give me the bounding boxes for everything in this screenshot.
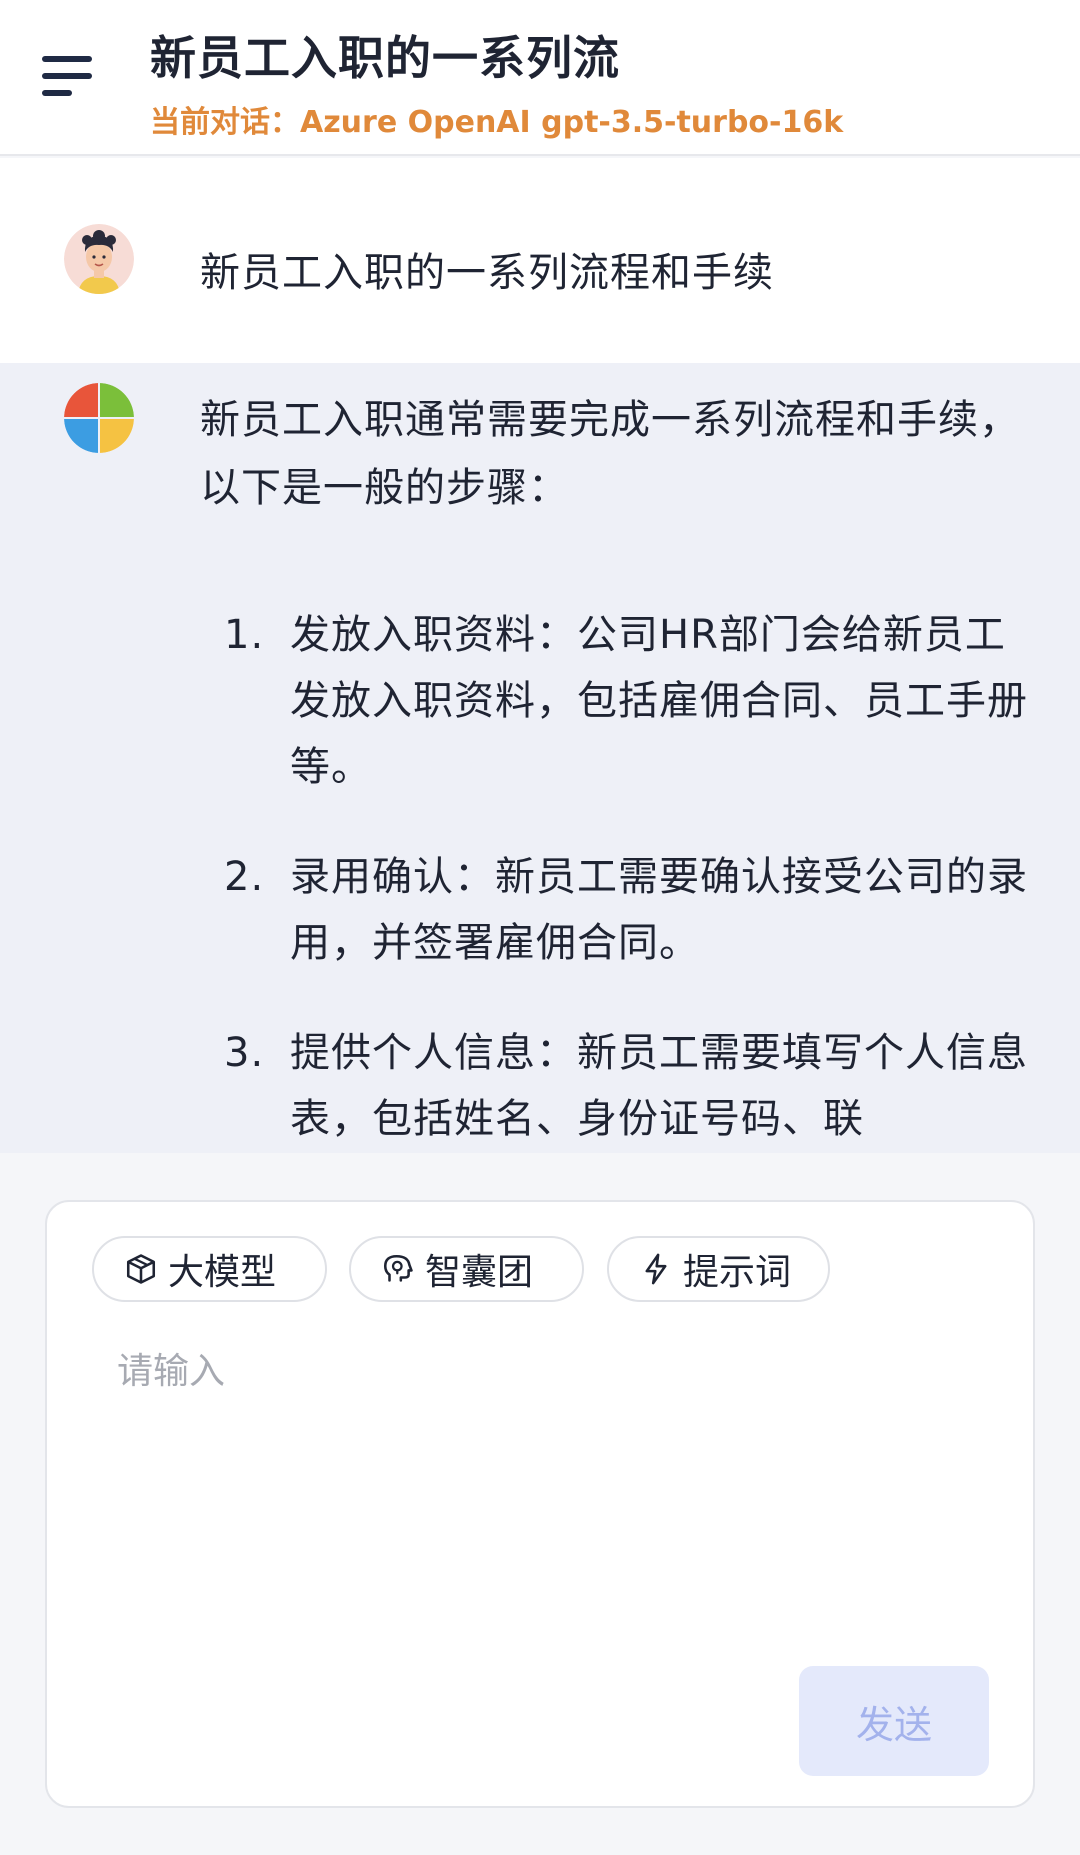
current-model-label: 当前对话：Azure OpenAI gpt-3.5-turbo-16k — [150, 105, 844, 140]
list-item-text: 发放入职资料：公司HR部门会给新员工发放入职资料，包括雇佣合同、员工手册等。 — [290, 612, 1028, 790]
list-item-number: 1. — [224, 612, 265, 658]
model-chip-button[interactable]: 大模型 — [92, 1236, 327, 1302]
menu-icon[interactable] — [42, 52, 98, 100]
list-item: 3. 提供个人信息：新员工需要填写个人信息表，包括姓名、身份证号码、联 — [200, 1020, 1030, 1152]
list-item-number: 2. — [224, 854, 265, 900]
model-chip-label: 大模型 — [168, 1252, 277, 1293]
composer: 大模型 智囊团 提示词 发送 — [45, 1200, 1035, 1808]
list-item: 2. 录用确认：新员工需要确认接受公司的录用，并签署雇佣合同。 — [200, 844, 1030, 976]
assistant-intro-text: 新员工入职通常需要完成一系列流程和手续，以下是一般的步骤： — [200, 397, 1020, 511]
list-item-text: 提供个人信息：新员工需要填写个人信息表，包括姓名、身份证号码、联 — [290, 1030, 1028, 1142]
user-message: 新员工入职的一系列流程和手续 — [0, 158, 1080, 363]
list-item-number: 3. — [224, 1030, 265, 1076]
user-message-text: 新员工入职的一系列流程和手续 — [200, 250, 774, 296]
page-title: 新员工入职的一系列流 — [150, 31, 620, 85]
agents-chip-label: 智囊团 — [425, 1252, 534, 1293]
list-item-text: 录用确认：新员工需要确认接受公司的录用，并签署雇佣合同。 — [290, 854, 1028, 966]
prompts-chip-label: 提示词 — [683, 1252, 792, 1293]
header: 新员工入职的一系列流 当前对话：Azure OpenAI gpt-3.5-tur… — [0, 0, 1080, 156]
brain-icon — [383, 1254, 413, 1282]
prompts-chip-button[interactable]: 提示词 — [607, 1236, 830, 1302]
message-input[interactable] — [117, 1342, 977, 1642]
send-button[interactable]: 发送 — [799, 1666, 989, 1776]
list-item: 1. 发放入职资料：公司HR部门会给新员工发放入职资料，包括雇佣合同、员工手册等… — [200, 602, 1030, 800]
assistant-avatar-icon — [64, 383, 134, 453]
user-avatar-icon — [64, 224, 134, 294]
app: 新员工入职的一系列流 当前对话：Azure OpenAI gpt-3.5-tur… — [0, 0, 1080, 1855]
agents-chip-button[interactable]: 智囊团 — [349, 1236, 584, 1302]
chat-area[interactable]: 新员工入职的一系列流程和手续 新员工入职通常需要完成一系列流程和手续，以下是一般… — [0, 158, 1080, 1153]
cube-icon — [126, 1254, 156, 1284]
assistant-steps-list: 1. 发放入职资料：公司HR部门会给新员工发放入职资料，包括雇佣合同、员工手册等… — [200, 602, 1030, 1153]
menu-icon-graphic — [42, 56, 92, 96]
lightning-icon — [645, 1253, 667, 1285]
